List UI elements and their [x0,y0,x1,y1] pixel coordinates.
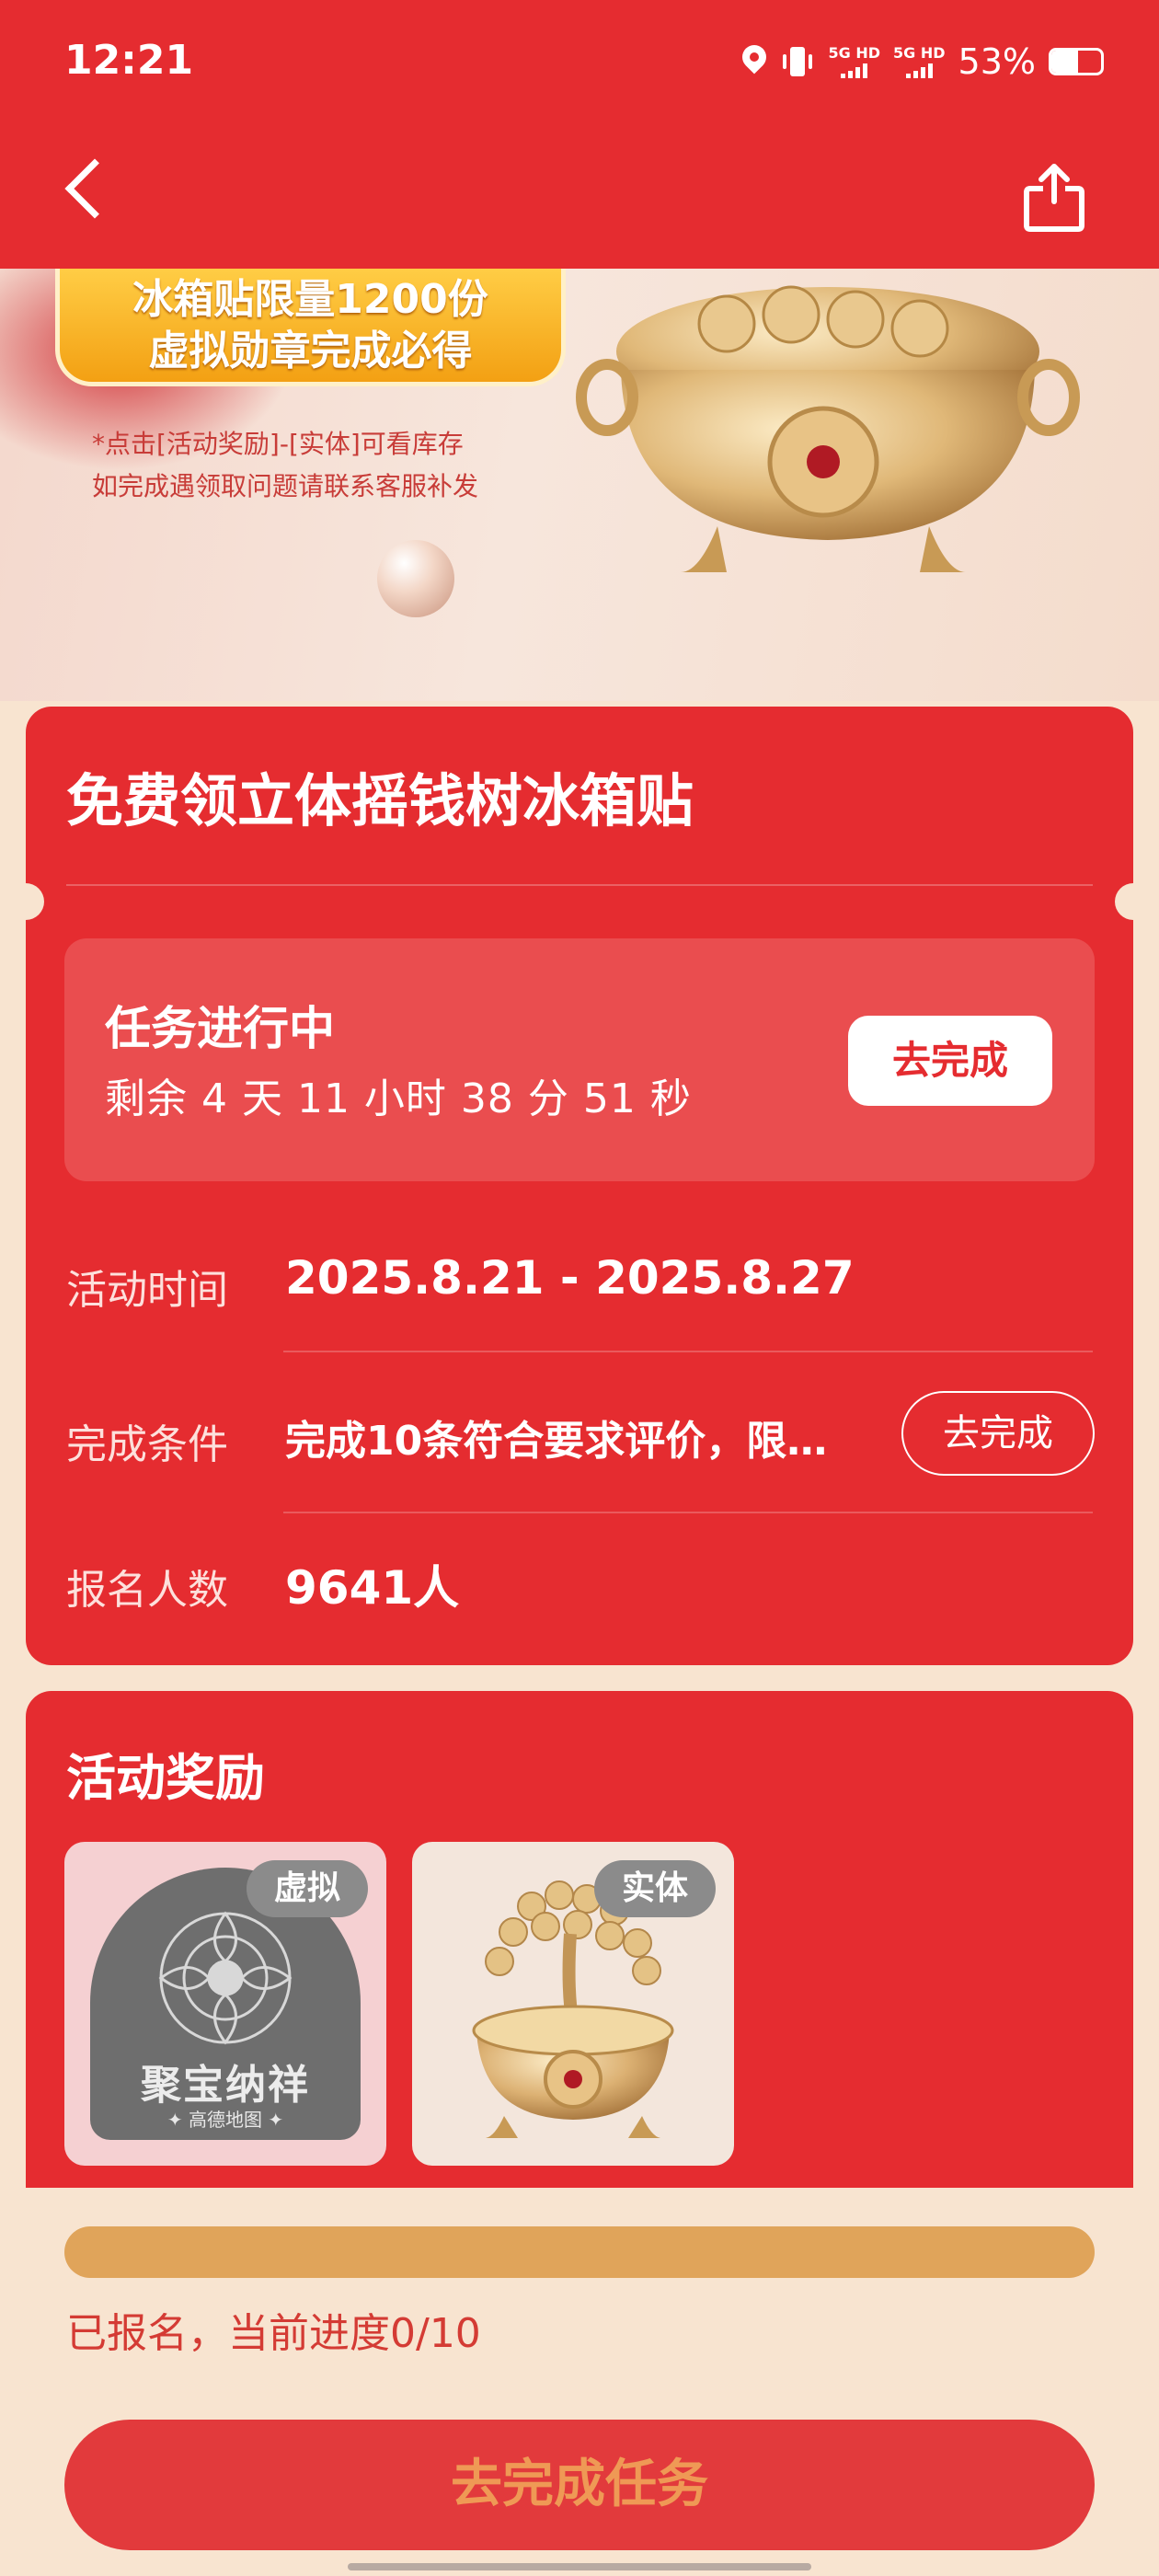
pearl-decoration [377,540,454,617]
activity-time-label: 活动时间 [66,1267,228,1314]
battery-icon [1049,48,1104,75]
divider [66,884,1093,886]
banner-ribbon: 冰箱贴限量1200份 虚拟勋章完成必得 [55,269,566,386]
task-status-box: 任务进行中 剩余 4 天 11 小时 38 分 51 秒 去完成 [64,938,1095,1181]
home-indicator[interactable] [348,2563,811,2570]
signup-count-value: 9641人 [285,1561,460,1615]
divider [283,1512,1093,1513]
countdown-timer: 剩余 4 天 11 小时 38 分 51 秒 [105,1075,692,1122]
network-label-2: 5G HD [893,43,946,62]
condition-label: 完成条件 [66,1421,228,1468]
reward-tag-physical: 实体 [594,1860,716,1917]
reward-item-physical[interactable]: 实体 [412,1842,734,2166]
banner-note-line1: *点击[活动奖励]-[实体]可看库存 [92,429,464,459]
banner-note: *点击[活动奖励]-[实体]可看库存 如完成遇领取问题请联系客服补发 [92,423,478,508]
condition-complete-button[interactable]: 去完成 [901,1391,1095,1476]
cellular-signal-2: 5G HD [893,43,946,78]
battery-percent: 53% [958,41,1036,82]
location-icon [742,45,766,78]
activity-time-value: 2025.8.21 - 2025.8.27 [285,1251,855,1305]
status-time: 12:21 [64,37,194,84]
network-label-1: 5G HD [828,43,881,62]
condition-value[interactable]: 完成10条符合要求评价，限… [285,1408,879,1466]
activity-title: 免费领立体摇钱树冰箱贴 [66,767,694,834]
medal-brand: ✦ 高德地图 ✦ [166,2109,284,2131]
banner-ribbon-line2: 虚拟勋章完成必得 [148,328,473,374]
reward-card: 活动奖励 聚宝纳祥 ✦ 高德地图 ✦ 虚拟 实体 [26,1691,1133,2188]
card-notch [1115,883,1152,920]
card-notch [7,883,44,920]
go-complete-button[interactable]: 去完成 [848,1016,1052,1106]
task-status-title: 任务进行中 [105,1002,335,1055]
banner-ribbon-line1: 冰箱贴限量1200份 [132,276,488,323]
banner-note-line2: 如完成遇领取问题请联系客服补发 [92,471,479,501]
treasure-bowl-image [576,285,1080,572]
progress-text: 已报名，当前进度0/10 [66,2310,481,2357]
signup-count-label: 报名人数 [66,1567,228,1614]
promo-banner: 冰箱贴限量1200份 虚拟勋章完成必得 *点击[活动奖励]-[实体]可看库存 如… [0,269,1159,701]
complete-task-button[interactable]: 去完成任务 [64,2420,1095,2550]
cellular-signal-1: 5G HD [828,43,881,78]
divider [283,1351,1093,1352]
top-bar: 12:21 5G HD 5G HD 53% [0,0,1159,269]
reward-tag-virtual: 虚拟 [247,1860,368,1917]
back-chevron-icon[interactable] [64,158,125,219]
signal-bars-icon [841,63,868,78]
vibrate-icon [779,43,816,80]
share-icon[interactable] [1021,161,1087,233]
status-icons: 5G HD 5G HD 53% [742,39,1104,85]
reward-title: 活动奖励 [66,1749,265,1807]
task-info-card: 免费领立体摇钱树冰箱贴 任务进行中 剩余 4 天 11 小时 38 分 51 秒… [7,707,1152,1665]
reward-item-virtual[interactable]: 聚宝纳祥 ✦ 高德地图 ✦ 虚拟 [64,1842,386,2166]
signal-bars-icon [905,63,933,78]
progress-bar [64,2226,1095,2278]
medal-title: 聚宝纳祥 [141,2062,310,2109]
